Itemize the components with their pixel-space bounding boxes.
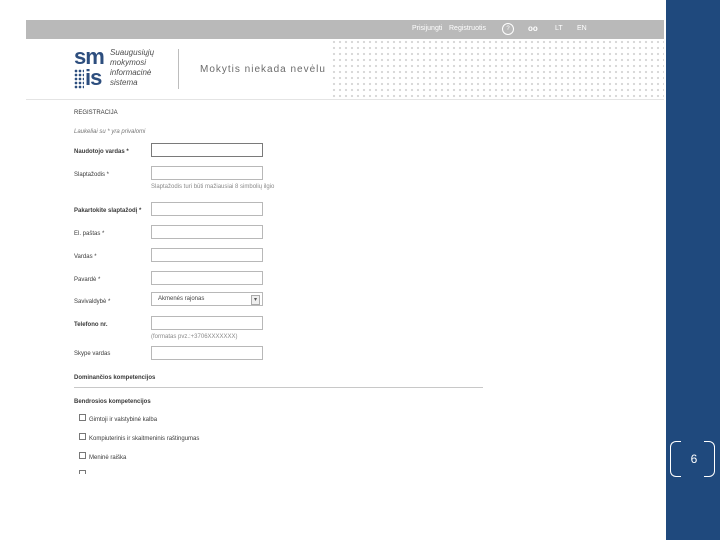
competence-checkbox-2[interactable] bbox=[79, 433, 86, 440]
logo-text-line1: Suaugusiųjų bbox=[110, 48, 155, 57]
last-name-input[interactable] bbox=[151, 271, 263, 285]
top-bar: Prisijungti Registruotis ? oo LT EN bbox=[26, 20, 664, 39]
form-heading: REGISTRACIJA bbox=[74, 110, 118, 116]
logo-mark-top[interactable]: sm bbox=[74, 46, 105, 68]
lang-lt-link[interactable]: LT bbox=[555, 25, 563, 32]
phone-label: Telefono nr. bbox=[74, 322, 108, 328]
phone-hint: (formatas pvz.:+3706XXXXXXX) bbox=[151, 334, 238, 340]
competence-checkbox-3[interactable] bbox=[79, 452, 86, 459]
first-name-label: Vardas * bbox=[74, 254, 97, 260]
first-name-input[interactable] bbox=[151, 248, 263, 262]
lang-en-link[interactable]: EN bbox=[577, 25, 587, 32]
competence-label-2: Kompiuterinis ir skaitmeninis raštinguma… bbox=[89, 436, 200, 442]
competence-label-3: Meninė raiška bbox=[89, 455, 127, 461]
municipality-label: Savivaldybė * bbox=[74, 299, 111, 305]
phone-input[interactable] bbox=[151, 316, 263, 330]
section-general-title: Bendrosios kompetencijos bbox=[74, 399, 151, 405]
municipality-select[interactable]: Akmenės rajonas ▾ bbox=[151, 292, 263, 306]
last-name-label: Pavardė * bbox=[74, 277, 101, 283]
competence-label-1: Gimtoji ir valstybinė kalba bbox=[89, 417, 158, 423]
accessibility-eyes-icon[interactable]: oo bbox=[528, 24, 538, 33]
skype-label: Skype vardas bbox=[74, 351, 111, 357]
logo-text-line3: informacinė bbox=[110, 68, 152, 77]
password-repeat-label: Pakartokite slaptažodį * bbox=[74, 208, 142, 214]
password-repeat-input[interactable] bbox=[151, 202, 263, 216]
register-link[interactable]: Registruotis bbox=[449, 25, 486, 32]
slogan: Mokytis niekada nevėlu bbox=[200, 64, 326, 75]
screenshot-area: Prisijungti Registruotis ? oo LT EN sm i… bbox=[0, 0, 666, 540]
password-input[interactable] bbox=[151, 166, 263, 180]
email-label: El. paštas * bbox=[74, 231, 105, 237]
competence-checkbox-1[interactable] bbox=[79, 414, 86, 421]
site-header: sm is Suaugusiųjų mokymosi informacinė s… bbox=[26, 39, 664, 100]
username-input[interactable] bbox=[151, 143, 263, 157]
competence-checkbox-4[interactable] bbox=[79, 470, 86, 474]
section-teaching-title: Dominančios kompetencijos bbox=[74, 375, 156, 381]
logo-mark-bottom[interactable]: is bbox=[85, 67, 102, 89]
skype-input[interactable] bbox=[151, 346, 263, 360]
slide-number: 6 bbox=[690, 452, 698, 466]
logo-text-line4: sistema bbox=[110, 78, 138, 87]
password-hint: Slaptažodis turi būti mažiausiai 8 simbo… bbox=[151, 184, 275, 190]
municipality-value: Akmenės rajonas bbox=[158, 296, 205, 302]
required-note: Laukeliai su * yra privalomi bbox=[74, 129, 146, 135]
logo-divider bbox=[178, 49, 179, 89]
password-label: Slaptažodis * bbox=[74, 172, 110, 178]
logo-dots-icon bbox=[74, 69, 84, 89]
left-brace-icon bbox=[670, 441, 681, 477]
right-brace-icon bbox=[704, 441, 715, 477]
chevron-down-icon[interactable]: ▾ bbox=[251, 295, 260, 305]
logo-text-line2: mokymosi bbox=[110, 58, 147, 67]
username-label: Naudotojo vardas * bbox=[74, 149, 129, 155]
help-icon[interactable]: ? bbox=[502, 23, 514, 35]
section-divider bbox=[74, 387, 483, 388]
login-link[interactable]: Prisijungti bbox=[412, 25, 442, 32]
email-input[interactable] bbox=[151, 225, 263, 239]
